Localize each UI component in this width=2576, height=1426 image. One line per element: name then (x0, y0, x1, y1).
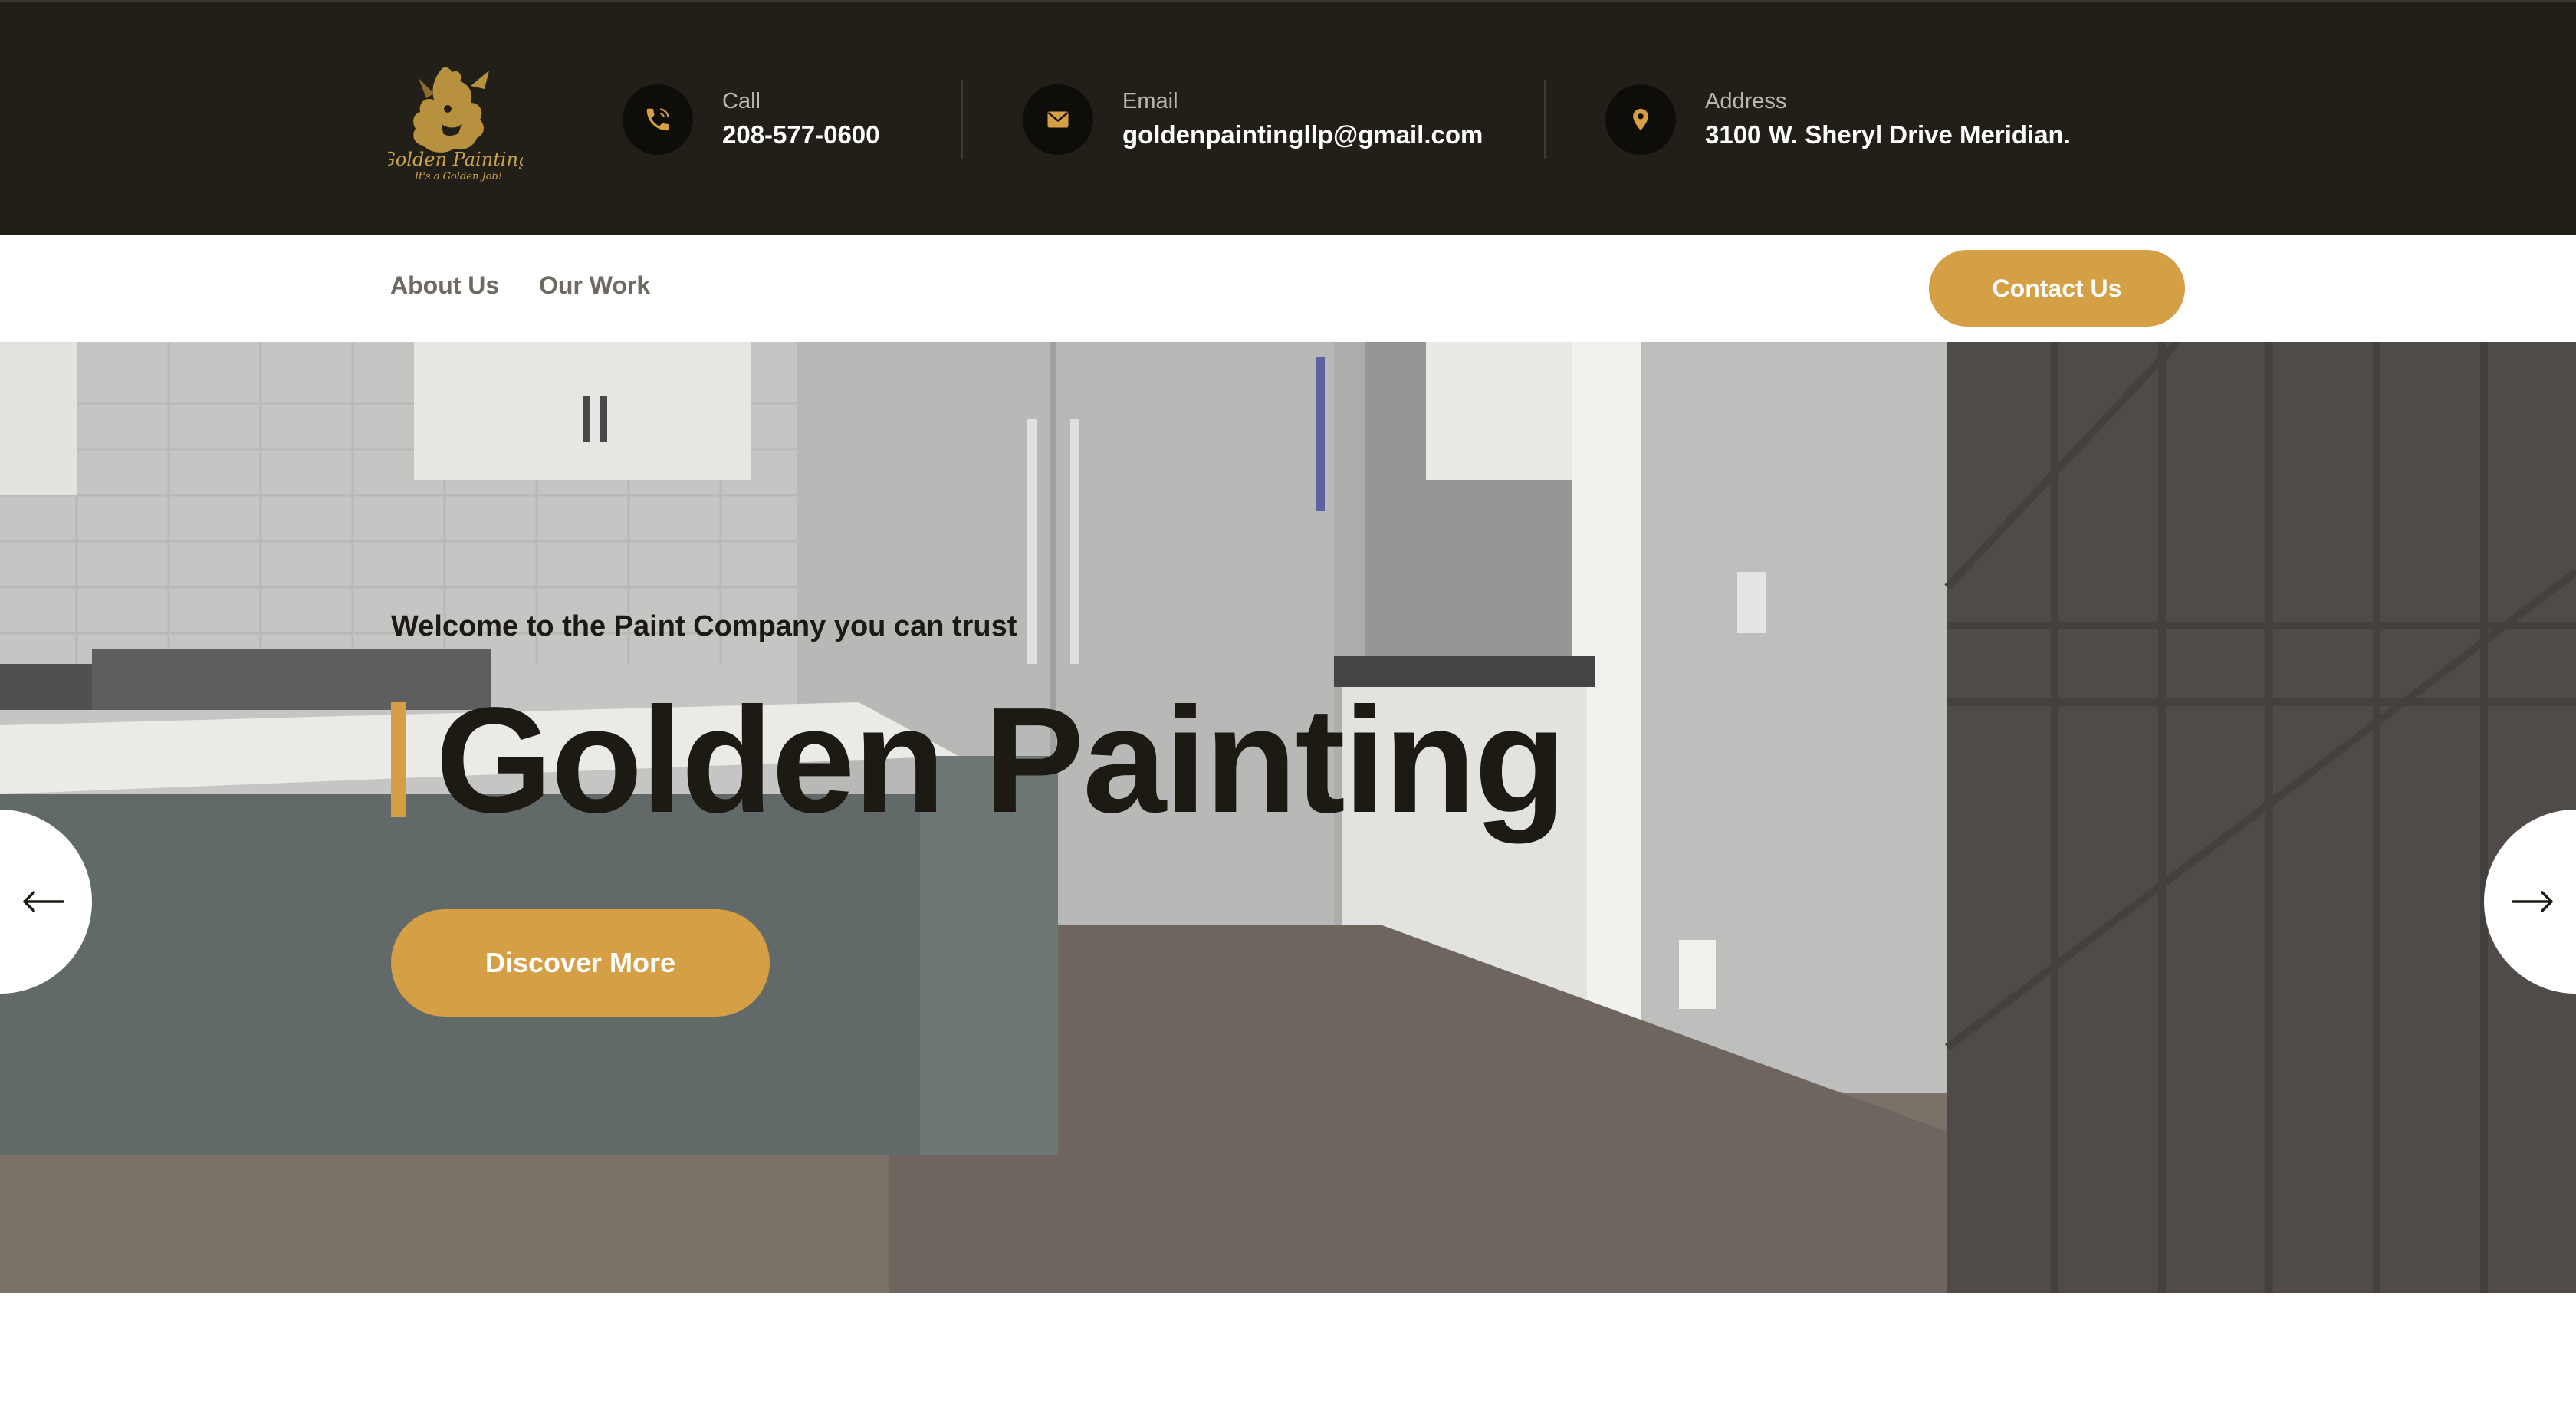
envelope-icon (1047, 111, 1069, 128)
nav-about-us[interactable]: About Us (390, 271, 499, 300)
main-nav: About Us Our Work Contact Us (0, 235, 2576, 342)
brand-logo[interactable]: Golden Painting It's a Golden Job! (381, 63, 530, 182)
contact-us-button[interactable]: Contact Us (1929, 250, 2185, 327)
arrow-left-icon (23, 891, 64, 912)
envelope-badge (1023, 84, 1093, 155)
phone-badge (623, 84, 693, 155)
call-info[interactable]: Call 208-577-0600 (623, 81, 880, 158)
map-pin-badge (1605, 84, 1676, 155)
address-label: Address (1705, 89, 1787, 113)
discover-more-button[interactable]: Discover More (391, 909, 770, 1017)
email-value[interactable]: goldenpaintingllp@gmail.com (1122, 118, 1483, 152)
top-info-bar: Golden Painting It's a Golden Job! Call … (0, 0, 2576, 235)
arrow-right-icon (2512, 891, 2553, 912)
address-value[interactable]: 3100 W. Sheryl Drive Meridian. (1705, 118, 2071, 152)
map-pin-icon (1633, 108, 1648, 131)
nav-our-work[interactable]: Our Work (539, 271, 650, 300)
divider (1544, 80, 1546, 159)
svg-text:Golden Painting: Golden Painting (388, 149, 523, 170)
address-info[interactable]: Address 3100 W. Sheryl Drive Meridian. (1605, 81, 2071, 158)
svg-text:It's a Golden Job!: It's a Golden Job! (414, 171, 502, 182)
hero-accent-bar (391, 702, 406, 817)
hero-subtitle: Welcome to the Paint Company you can tru… (391, 610, 1017, 642)
page-content-area (0, 1293, 2576, 1426)
phone-icon (646, 108, 669, 131)
hero-slider: Welcome to the Paint Company you can tru… (0, 342, 2576, 1293)
hero-title: Golden Painting (435, 676, 1566, 844)
call-label: Call (722, 89, 761, 113)
call-value[interactable]: 208-577-0600 (722, 118, 880, 152)
email-info[interactable]: Email goldenpaintingllp@gmail.com (1023, 81, 1483, 158)
lion-logo-icon: Golden Painting It's a Golden Job! (381, 67, 530, 182)
divider (961, 80, 963, 159)
email-label: Email (1122, 89, 1178, 113)
